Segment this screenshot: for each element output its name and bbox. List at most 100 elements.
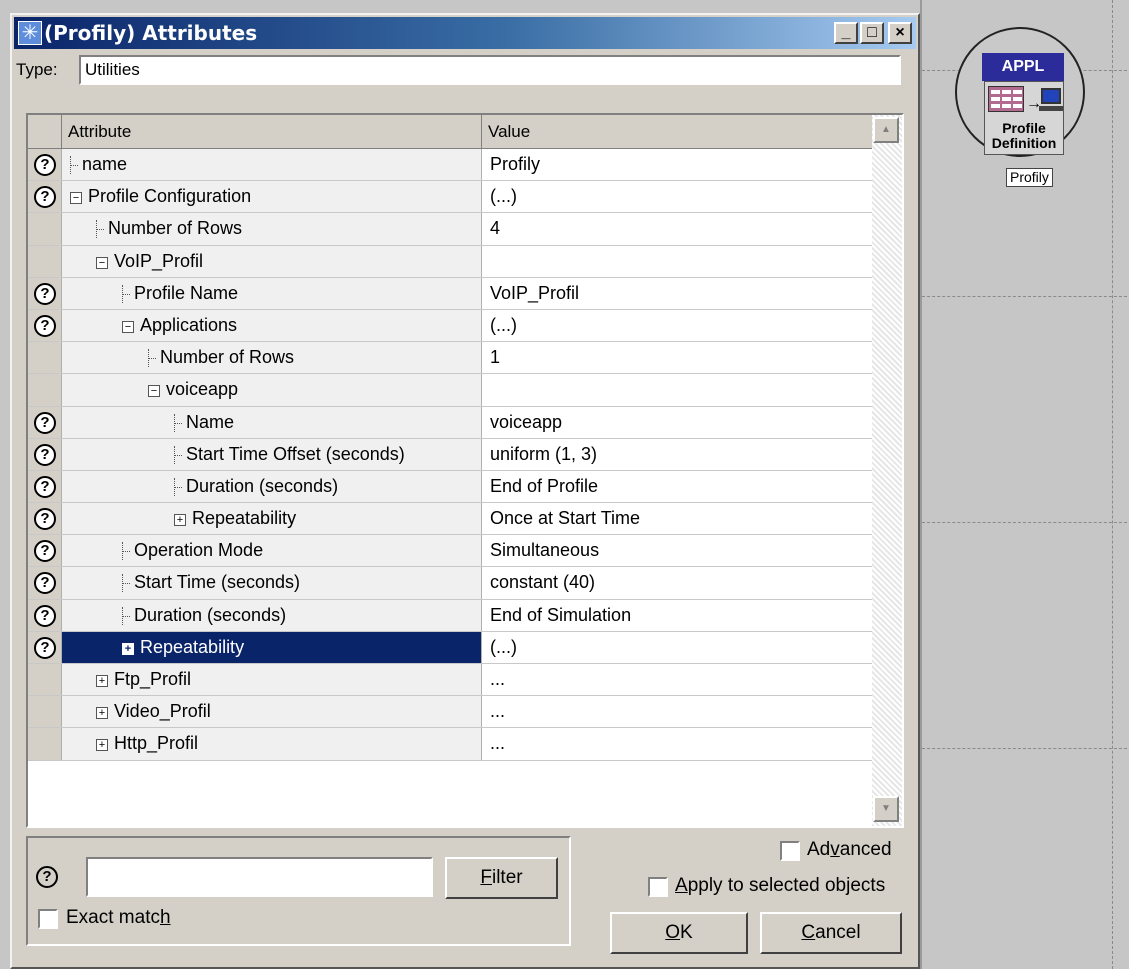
attribute-cell[interactable]: Operation Mode xyxy=(62,535,482,567)
cancel-button[interactable]: Cancel xyxy=(760,912,902,954)
value-cell[interactable]: (...) xyxy=(482,631,874,663)
attribute-cell[interactable]: + Repeatability xyxy=(62,631,482,663)
minimize-button[interactable]: _ xyxy=(834,22,858,44)
table-row[interactable]: ? name Profily xyxy=(28,149,874,182)
attribute-cell[interactable]: + Video_Profil xyxy=(62,696,482,728)
help-icon[interactable]: ? xyxy=(34,282,56,305)
table-row[interactable]: + Video_Profil... xyxy=(28,696,874,729)
table-row[interactable]: ? − Applications (...) xyxy=(28,309,874,343)
collapse-icon[interactable]: − xyxy=(148,385,160,398)
value-cell[interactable] xyxy=(482,374,874,406)
table-row[interactable]: − voiceapp xyxy=(28,374,874,407)
table-row[interactable]: ? Duration (seconds) End of Profile xyxy=(28,470,874,504)
table-row[interactable]: Number of Rows 1 xyxy=(28,342,874,375)
help-icon[interactable]: ? xyxy=(34,186,56,209)
value-cell[interactable]: uniform (1, 3) xyxy=(482,438,874,470)
value-cell[interactable]: 1 xyxy=(482,342,874,374)
table-row[interactable]: Number of Rows 4 xyxy=(28,213,874,246)
help-icon[interactable]: ? xyxy=(34,508,56,531)
value-column-header[interactable]: Value xyxy=(482,115,874,148)
expand-icon[interactable]: + xyxy=(96,739,108,752)
table-row[interactable]: ? + Repeatability (...) xyxy=(28,631,874,664)
help-cell: ? xyxy=(28,149,62,181)
value-cell[interactable]: (...) xyxy=(482,181,874,213)
value-cell[interactable] xyxy=(482,245,874,277)
value-cell[interactable]: ... xyxy=(482,696,874,728)
help-icon[interactable]: ? xyxy=(34,154,56,176)
table-row[interactable]: ? + Repeatability Once at Start Time xyxy=(28,503,874,536)
attribute-cell[interactable]: name xyxy=(62,149,482,181)
table-row[interactable]: ? Profile Name VoIP_Profil xyxy=(28,277,874,310)
value-cell[interactable]: ... xyxy=(482,728,874,760)
help-icon[interactable]: ? xyxy=(34,443,56,466)
help-icon[interactable]: ? xyxy=(34,636,56,659)
help-icon[interactable]: ? xyxy=(36,866,58,888)
attribute-cell[interactable]: + Repeatability xyxy=(62,503,482,535)
help-icon[interactable]: ? xyxy=(34,411,56,434)
attribute-cell[interactable]: − voiceapp xyxy=(62,374,482,406)
table-row[interactable]: ? Start Time (seconds) constant (40) xyxy=(28,567,874,600)
collapse-icon[interactable]: − xyxy=(122,320,134,333)
expand-icon[interactable]: + xyxy=(122,642,134,655)
value-cell[interactable]: constant (40) xyxy=(482,567,874,599)
collapse-icon[interactable]: − xyxy=(70,192,82,205)
attribute-column-header[interactable]: Attribute xyxy=(62,115,482,148)
type-field[interactable]: Utilities xyxy=(79,55,901,85)
attribute-cell[interactable]: Name xyxy=(62,406,482,438)
close-button[interactable]: × xyxy=(888,22,912,44)
help-icon[interactable]: ? xyxy=(34,604,56,627)
help-icon[interactable]: ? xyxy=(34,314,56,337)
scroll-down-button[interactable]: ▼ xyxy=(873,796,899,822)
collapse-icon[interactable]: − xyxy=(96,256,108,269)
expand-icon[interactable]: + xyxy=(174,514,186,527)
attribute-cell[interactable]: Profile Name xyxy=(62,277,482,309)
scroll-up-button[interactable]: ▲ xyxy=(873,117,899,143)
advanced-label[interactable]: Advanced xyxy=(807,839,892,861)
value-cell[interactable]: End of Profile xyxy=(482,470,874,503)
attribute-cell[interactable]: − Profile Configuration xyxy=(62,181,482,213)
title-bar[interactable]: ✳ (Profily) Attributes _ □ × xyxy=(14,17,916,49)
attribute-cell[interactable]: + Http_Profil xyxy=(62,728,482,760)
advanced-checkbox[interactable] xyxy=(780,841,800,861)
table-row[interactable]: ? − Profile Configuration (...) xyxy=(28,181,874,214)
apply-to-selected-checkbox[interactable] xyxy=(648,877,668,897)
attribute-cell[interactable]: Number of Rows xyxy=(62,342,482,374)
attribute-cell[interactable]: + Ftp_Profil xyxy=(62,664,482,696)
attribute-cell[interactable]: Number of Rows xyxy=(62,213,482,245)
exact-match-checkbox[interactable] xyxy=(38,909,58,929)
value-cell[interactable]: ... xyxy=(482,664,874,696)
vertical-scrollbar[interactable]: ▲ ▼ xyxy=(872,115,902,826)
table-row[interactable]: ? Start Time Offset (seconds) uniform (1, … xyxy=(28,438,874,471)
table-row[interactable]: ? Duration (seconds) End of Simulation xyxy=(28,599,874,632)
help-icon[interactable]: ? xyxy=(34,475,56,498)
help-icon[interactable]: ? xyxy=(34,572,56,595)
ok-button[interactable]: OK xyxy=(610,912,748,954)
table-row[interactable]: ? Name voiceapp xyxy=(28,406,874,439)
help-icon[interactable]: ? xyxy=(34,540,56,563)
exact-match-label[interactable]: Exact match xyxy=(66,907,171,929)
filter-input[interactable] xyxy=(86,857,433,897)
expand-icon[interactable]: + xyxy=(96,675,108,687)
value-cell[interactable]: (...) xyxy=(482,309,874,342)
table-row[interactable]: + Ftp_Profil... xyxy=(28,664,874,697)
value-cell[interactable]: Once at Start Time xyxy=(482,503,874,535)
value-cell[interactable]: End of Simulation xyxy=(482,599,874,631)
attribute-cell[interactable]: Start Time (seconds) xyxy=(62,567,482,599)
table-row[interactable]: ? Operation Mode Simultaneous xyxy=(28,535,874,568)
attribute-cell[interactable]: − Applications xyxy=(62,309,482,342)
attribute-cell[interactable]: − VoIP_Profil xyxy=(62,245,482,277)
maximize-button[interactable]: □ xyxy=(860,22,884,44)
table-row[interactable]: − VoIP_Profil xyxy=(28,245,874,278)
attribute-cell[interactable]: Duration (seconds) xyxy=(62,599,482,631)
value-cell[interactable]: Simultaneous xyxy=(482,535,874,567)
attribute-cell[interactable]: Start Time Offset (seconds) xyxy=(62,438,482,470)
attribute-cell[interactable]: Duration (seconds) xyxy=(62,470,482,503)
value-cell[interactable]: 4 xyxy=(482,213,874,245)
value-cell[interactable]: voiceapp xyxy=(482,406,874,438)
value-cell[interactable]: VoIP_Profil xyxy=(482,277,874,309)
value-cell[interactable]: Profily xyxy=(482,149,874,181)
expand-icon[interactable]: + xyxy=(96,707,108,720)
filter-button[interactable]: Filter xyxy=(445,857,558,899)
apply-to-selected-label[interactable]: Apply to selected objects xyxy=(675,875,885,897)
table-row[interactable]: + Http_Profil... xyxy=(28,728,874,761)
